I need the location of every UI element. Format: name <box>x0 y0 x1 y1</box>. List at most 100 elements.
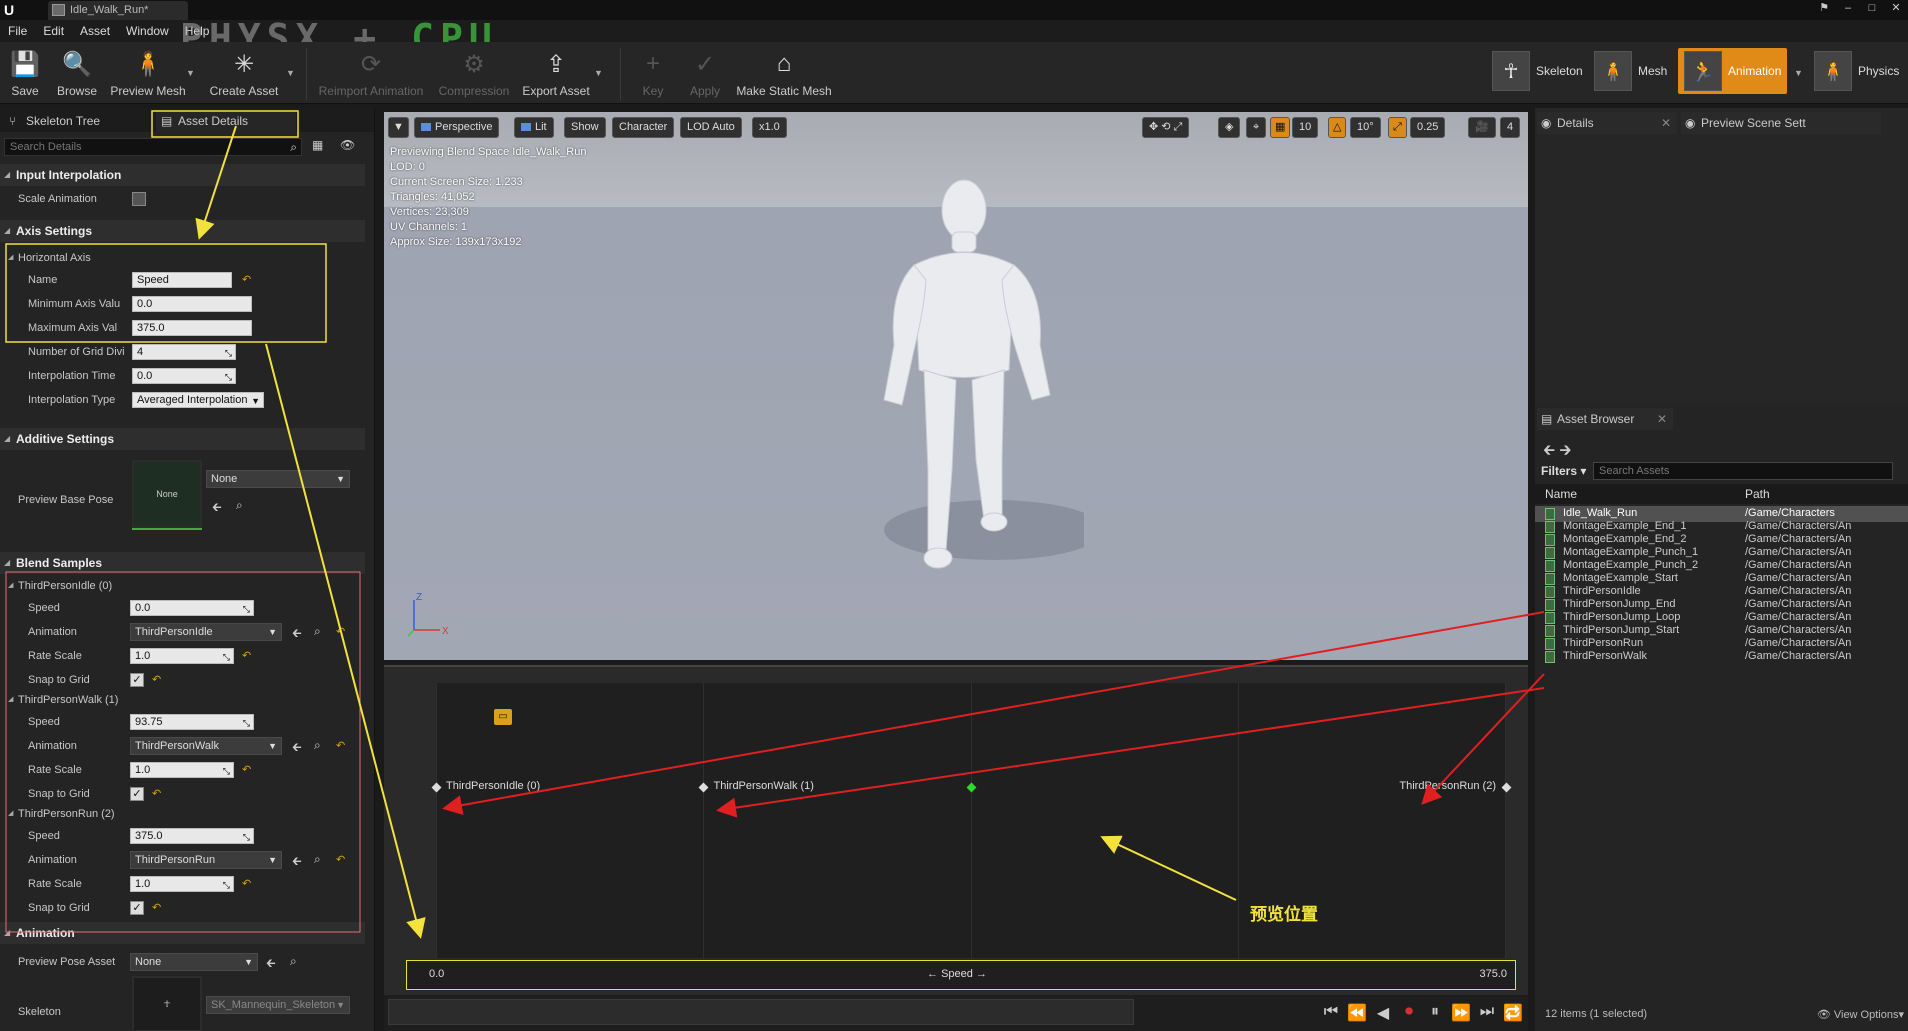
scale-snap-value[interactable]: 0.25 <box>1410 117 1446 138</box>
mode-animation-button[interactable]: 🏃 Animation <box>1678 48 1788 94</box>
use-selected-arrow-icon[interactable]: 🡰 <box>266 954 276 975</box>
reset-icon[interactable]: ↶ <box>242 877 251 890</box>
close-icon[interactable]: ✕ <box>1657 408 1667 430</box>
sample-point[interactable] <box>431 782 441 792</box>
menu-edit[interactable]: Edit <box>35 24 72 38</box>
character-button[interactable]: Character <box>612 117 675 138</box>
col-name-header[interactable]: Name <box>1545 487 1577 501</box>
mode-mesh-button[interactable]: 🧍 Mesh <box>1588 48 1673 94</box>
sample-animation-dropdown[interactable]: ThirdPersonIdle ▼ <box>130 623 282 641</box>
preview-viewport[interactable]: ▼ Perspective Lit Show Character LOD Aut… <box>384 112 1528 660</box>
step-forward-icon[interactable]: ⏩ <box>1450 1003 1472 1023</box>
close-icon[interactable]: ✕ <box>1661 112 1671 134</box>
blend-space-grid[interactable]: ▭ ThirdPersonIdle (0) ThirdPersonWalk (1)… <box>431 683 1511 958</box>
use-selected-arrow-icon[interactable]: 🡰 <box>212 498 222 519</box>
use-selected-arrow-icon[interactable]: 🡰 <box>292 738 302 759</box>
create-asset-button[interactable]: ✳ Create Asset <box>204 46 284 102</box>
skeleton-dropdown[interactable]: SK_Mannequin_Skeleton ▼ <box>206 996 350 1014</box>
asset-search-input[interactable]: Search Assets <box>1593 462 1893 480</box>
use-selected-arrow-icon[interactable]: 🡰 <box>292 624 302 645</box>
record-icon[interactable]: ⏺ <box>1398 1003 1420 1023</box>
show-button[interactable]: Show <box>564 117 606 138</box>
interp-type-dropdown[interactable]: Averaged Interpolation ▼ <box>132 392 264 408</box>
browse-search-icon[interactable]: ⌕ <box>314 738 321 753</box>
apply-button[interactable]: ✓ Apply <box>682 46 728 102</box>
details-search-input[interactable]: Search Details ⌕ <box>4 138 302 156</box>
use-selected-arrow-icon[interactable]: 🡰 <box>292 852 302 873</box>
mode-skeleton-button[interactable]: ☥ Skeleton <box>1486 48 1589 94</box>
perspective-button[interactable]: Perspective <box>414 117 500 138</box>
browse-search-icon[interactable]: ⌕ <box>314 624 321 639</box>
reset-icon[interactable]: ↶ <box>152 673 161 686</box>
mode-physics-button[interactable]: 🧍 Physics <box>1808 48 1905 94</box>
sample-rate-input[interactable]: 1.0 ⤡ <box>130 876 234 892</box>
tab-preview-scene[interactable]: ◉ Preview Scene Sett <box>1681 112 1881 134</box>
sample-rate-input[interactable]: 1.0 ⤡ <box>130 648 234 664</box>
transform-mode-icon[interactable]: ✥ ⟲ ⤢ <box>1142 117 1190 138</box>
loop-icon[interactable]: 🔁 <box>1502 1003 1524 1023</box>
col-path-header[interactable]: Path <box>1745 487 1770 501</box>
key-button[interactable]: + Key <box>630 46 676 102</box>
preview-mesh-dropdown-icon[interactable]: ▼ <box>186 68 195 78</box>
view-options-button[interactable]: 👁 View Options▾ <box>1817 1008 1904 1021</box>
axis-name-input[interactable]: Speed <box>132 272 232 288</box>
sample-point[interactable] <box>1501 782 1511 792</box>
animation-dropdown-icon[interactable]: ▼ <box>1794 68 1803 78</box>
sample-header-walk[interactable]: ThirdPersonWalk (1) <box>8 690 118 710</box>
make-static-mesh-button[interactable]: ⌂ Make Static Mesh <box>734 46 834 102</box>
reset-icon[interactable]: ↶ <box>242 273 251 286</box>
scale-snap-icon[interactable]: ⤢ <box>1388 117 1407 138</box>
reset-icon[interactable]: ↶ <box>336 739 345 752</box>
base-pose-dropdown[interactable]: None ▼ <box>206 470 350 488</box>
preview-pose-dropdown[interactable]: None ▼ <box>130 953 258 971</box>
max-axis-input[interactable]: 375.0 <box>132 320 252 336</box>
menu-window[interactable]: Window <box>118 24 177 38</box>
skip-to-end-icon[interactable]: ⏭ <box>1476 1003 1498 1023</box>
sample-speed-input[interactable]: 93.75 ⤡ <box>130 714 254 730</box>
menu-help[interactable]: Help <box>177 24 218 38</box>
pause-icon[interactable]: ⏸ <box>1424 1003 1446 1023</box>
sample-point[interactable] <box>698 782 709 792</box>
reset-icon[interactable]: ↶ <box>242 763 251 776</box>
lod-button[interactable]: LOD Auto <box>680 117 742 138</box>
tab-details[interactable]: ◉ Details ✕ <box>1537 112 1677 134</box>
interp-time-input[interactable]: 0.0 ⤡ <box>132 368 236 384</box>
sample-speed-input[interactable]: 0.0 ⤡ <box>130 600 254 616</box>
snap-to-grid-checkbox[interactable]: ✓ <box>130 901 144 915</box>
horizontal-axis-header[interactable]: Horizontal Axis <box>8 248 91 268</box>
save-button[interactable]: 💾 Save <box>4 46 46 102</box>
reset-icon[interactable]: ↶ <box>242 649 251 662</box>
sample-header-idle[interactable]: ThirdPersonIdle (0) <box>8 576 112 596</box>
export-asset-button[interactable]: ⇪ Export Asset <box>518 46 594 102</box>
camera-speed-value[interactable]: 4 <box>1500 117 1521 138</box>
export-dropdown-icon[interactable]: ▼ <box>594 68 603 78</box>
back-arrow-icon[interactable]: 🡰 <box>1543 442 1555 459</box>
lit-button[interactable]: Lit <box>514 117 554 138</box>
sample-rate-input[interactable]: 1.0 ⤡ <box>130 762 234 778</box>
scale-animation-checkbox[interactable] <box>132 192 146 206</box>
compression-button[interactable]: ⚙ Compression <box>436 46 512 102</box>
viewport-options-dropdown[interactable]: ▼ <box>388 117 409 138</box>
skip-to-start-icon[interactable]: ⏮ <box>1320 1003 1342 1023</box>
create-asset-dropdown-icon[interactable]: ▼ <box>286 68 295 78</box>
surface-snap-icon[interactable]: ⌖ <box>1246 117 1267 138</box>
tab-asset-details[interactable]: ▤ Asset Details <box>156 110 296 132</box>
category-axis-settings[interactable]: Axis Settings <box>0 220 365 242</box>
rotation-snap-icon[interactable]: △ <box>1328 117 1347 138</box>
minimize-icon[interactable]: – <box>1840 0 1856 16</box>
browse-search-icon[interactable]: ⌕ <box>236 498 243 513</box>
preview-position-marker[interactable] <box>966 782 976 792</box>
menu-file[interactable]: File <box>0 24 35 38</box>
close-icon[interactable]: ✕ <box>1888 0 1904 16</box>
snap-to-grid-checkbox[interactable]: ✓ <box>130 673 144 687</box>
filters-button[interactable]: Filters ▾ <box>1541 464 1586 478</box>
reimport-animation-button[interactable]: ⟳ Reimport Animation <box>316 46 426 102</box>
sample-animation-dropdown[interactable]: ThirdPersonRun ▼ <box>130 851 282 869</box>
grid-snap-value[interactable]: 10 <box>1292 117 1319 138</box>
document-tab[interactable]: Idle_Walk_Run* <box>48 1 188 20</box>
sample-speed-input[interactable]: 375.0 ⤡ <box>130 828 254 844</box>
sample-animation-dropdown[interactable]: ThirdPersonWalk ▼ <box>130 737 282 755</box>
min-axis-input[interactable]: 0.0 <box>132 296 252 312</box>
tab-asset-browser[interactable]: ▤ Asset Browser ✕ <box>1537 408 1673 430</box>
play-reverse-icon[interactable]: ◀ <box>1372 1003 1394 1023</box>
